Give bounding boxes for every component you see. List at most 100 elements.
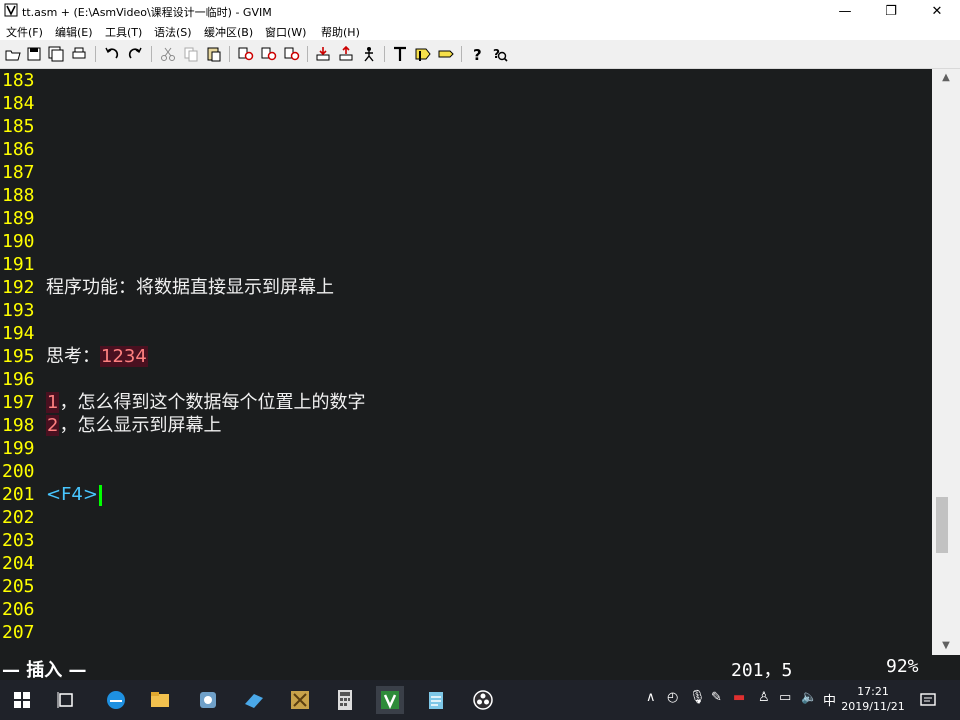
windows-start-icon[interactable] [8,686,36,714]
editor-line[interactable]: 184 [0,92,932,115]
menu-edit[interactable]: 编辑(E) [55,24,93,40]
editor-line[interactable]: 183 [0,69,932,92]
save-all-icon[interactable] [47,45,65,63]
line-text: 程序功能：将数据直接显示到屏幕上 [46,277,334,298]
calculator-icon[interactable] [331,686,359,714]
editor-line[interactable]: 200 [0,460,932,483]
cut-icon[interactable] [159,45,177,63]
run-ctags-icon[interactable] [414,45,432,63]
gvim-app-icon [4,3,18,17]
help-icon[interactable]: ? [468,45,486,63]
editor-line[interactable]: 185 [0,115,932,138]
load-session-icon[interactable] [314,45,332,63]
vertical-scrollbar[interactable]: ▲ ▼ [932,69,960,655]
minimize-button[interactable]: — [822,0,868,22]
paste-icon[interactable] [205,45,223,63]
app-icon-2[interactable] [240,686,268,714]
editor-line[interactable]: 188 [0,184,932,207]
line-number: 188 [2,185,35,206]
user-icon[interactable]: ♙ [758,690,770,710]
editor-line[interactable]: 206 [0,598,932,621]
task-view-icon[interactable] [52,686,80,714]
undo-icon[interactable] [103,45,121,63]
app-icon-3[interactable] [286,686,314,714]
notification-icon[interactable] [918,690,938,710]
find-prev-icon[interactable] [283,45,301,63]
editor-line[interactable]: 204 [0,552,932,575]
highlighted-number: 2 [46,415,60,436]
close-button[interactable]: ✕ [914,0,960,22]
redo-icon[interactable] [126,45,144,63]
editor-line[interactable]: 195 思考：1234 [0,345,932,368]
title-bar: tt.asm + (E:\AsmVideo\课程设计一临时) - GVIM — … [0,0,960,22]
find-replace-icon[interactable] [237,45,255,63]
print-icon[interactable] [70,45,88,63]
editor-line[interactable]: 186 [0,138,932,161]
menu-file[interactable]: 文件(F) [6,24,43,40]
scroll-up-arrow-icon[interactable]: ▲ [932,69,960,87]
save-session-icon[interactable] [337,45,355,63]
pen-icon[interactable]: ✎ [711,690,722,710]
editor-line[interactable]: 198 2，怎么显示到屏幕上 [0,414,932,437]
notepad-icon[interactable] [422,686,450,714]
save-icon[interactable] [25,45,43,63]
network-icon[interactable]: ▭ [779,690,791,710]
line-number: 204 [2,553,35,574]
find-help-icon[interactable]: ? [491,45,509,63]
edge-icon[interactable] [102,686,130,714]
app-icon-1[interactable] [194,686,222,714]
system-clock[interactable]: 17:21 2019/11/21 [838,684,908,714]
menu-window[interactable]: 窗口(W) [265,24,306,40]
editor-line[interactable]: 196 [0,368,932,391]
line-text: 思考：1234 [46,346,148,367]
editor-line[interactable]: 207 [0,621,932,644]
editor-area[interactable]: 183 184 185 186 187 188 189 190 191 192 程… [0,69,932,655]
editor-line[interactable]: 205 [0,575,932,598]
editor-line-current[interactable]: 201 <F4> [0,483,932,506]
line-text: 2，怎么显示到屏幕上 [46,415,222,436]
editor-line[interactable]: 193 [0,299,932,322]
ime-indicator[interactable]: 中 [823,690,836,710]
file-explorer-icon[interactable] [146,686,174,714]
menu-syntax[interactable]: 语法(S) [154,24,192,40]
run-script-icon[interactable] [360,45,378,63]
window-title: tt.asm + (E:\AsmVideo\课程设计一临时) - GVIM [22,6,272,19]
line-number: 200 [2,461,35,482]
editor-line[interactable]: 202 [0,506,932,529]
editor-line[interactable]: 192 程序功能：将数据直接显示到屏幕上 [0,276,932,299]
line-number: 206 [2,599,35,620]
menu-tools[interactable]: 工具(T) [105,24,142,40]
tray-expand-icon[interactable]: ∧ [646,690,656,710]
key-tag: <F4> [46,484,98,505]
line-number: 186 [2,139,35,160]
taskbar: ∧ ◴ 🎙 ✎ ▬ ♙ ▭ 🔈 中 17:21 2019/11/21 [0,680,960,720]
open-icon[interactable] [4,45,22,63]
editor-line[interactable]: 191 [0,253,932,276]
editor-line[interactable]: 187 [0,161,932,184]
tray-app-icon[interactable]: ◴ [667,690,678,710]
make-icon[interactable] [391,45,409,63]
clock-time: 17:21 [857,685,889,698]
gvim-icon[interactable] [376,686,404,714]
line-number: 183 [2,70,35,91]
recording-icon[interactable]: ▬ [733,690,745,710]
scroll-thumb[interactable] [936,497,948,553]
editor-line[interactable]: 197 1，怎么得到这个数据每个位置上的数字 [0,391,932,414]
scroll-down-arrow-icon[interactable]: ▼ [932,637,960,655]
editor-line[interactable]: 203 [0,529,932,552]
line-number: 184 [2,93,35,114]
menu-buffers[interactable]: 缓冲区(B) [204,24,253,40]
microphone-icon[interactable]: 🎙 [689,690,706,710]
copy-icon[interactable] [182,45,200,63]
editor-line[interactable]: 194 [0,322,932,345]
jump-tag-icon[interactable] [437,45,455,63]
obs-icon[interactable] [469,686,497,714]
volume-icon[interactable]: 🔈 [801,690,817,710]
editor-line[interactable]: 190 [0,230,932,253]
find-next-icon[interactable] [260,45,278,63]
menu-help[interactable]: 帮助(H) [321,24,360,40]
editor-line[interactable]: 189 [0,207,932,230]
clock-date: 2019/11/21 [841,700,905,713]
maximize-button[interactable]: ❐ [868,0,914,22]
editor-line[interactable]: 199 [0,437,932,460]
